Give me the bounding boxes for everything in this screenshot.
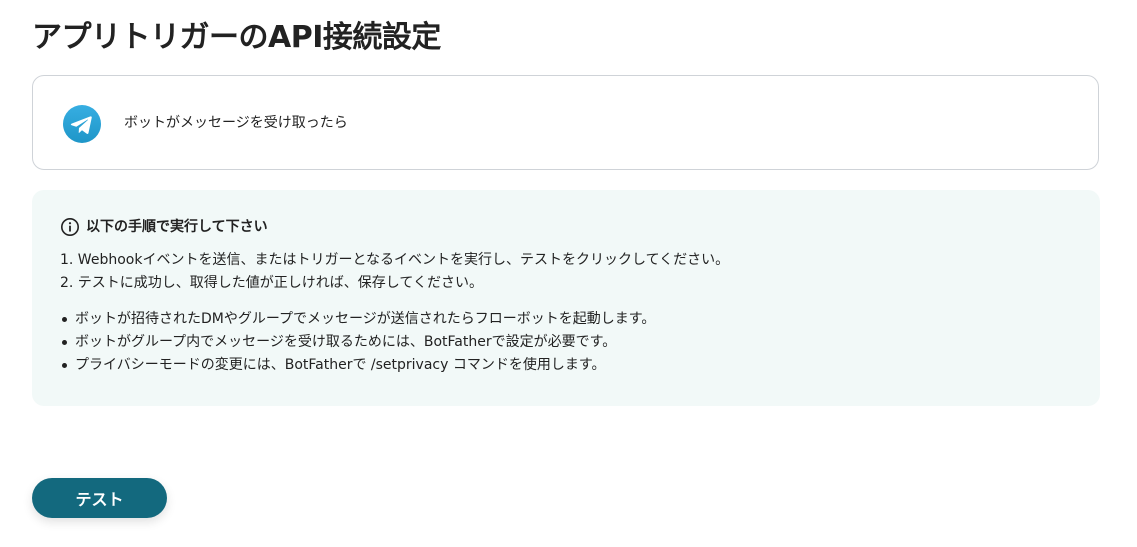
note-text: ボットがグループ内でメッセージを受け取るためには、BotFatherで設定が必要… <box>75 334 617 350</box>
info-heading-text: 以下の手順で実行して下さい <box>86 219 268 235</box>
bullet-icon <box>62 317 67 322</box>
bullet-icon <box>62 363 67 368</box>
page-title: アプリトリガーのAPI接続設定 <box>32 20 441 55</box>
note-item: ボットがグループ内でメッセージを受け取るためには、BotFatherで設定が必要… <box>60 331 655 354</box>
info-heading: 以下の手順で実行して下さい <box>60 217 268 237</box>
info-icon <box>61 218 79 236</box>
trigger-label: ボットがメッセージを受け取ったら <box>124 115 348 131</box>
note-text: プライバシーモードの変更には、BotFatherで /setprivacy コマ… <box>75 357 606 373</box>
notes-list: ボットが招待されたDMやグループでメッセージが送信されたらフローボットを起動しま… <box>60 308 655 377</box>
note-text: ボットが招待されたDMやグループでメッセージが送信されたらフローボットを起動しま… <box>75 311 656 327</box>
note-item: ボットが招待されたDMやグループでメッセージが送信されたらフローボットを起動しま… <box>60 308 655 331</box>
trigger-card: ボットがメッセージを受け取ったら <box>32 75 1099 170</box>
step-item: 2. テストに成功し、取得した値が正しければ、保存してください。 <box>60 275 483 291</box>
note-item: プライバシーモードの変更には、BotFatherで /setprivacy コマ… <box>60 354 655 377</box>
telegram-icon <box>63 105 101 143</box>
steps-list: 1. Webhookイベントを送信、またはトリガーとなるイベントを実行し、テスト… <box>60 249 729 295</box>
bullet-icon <box>62 340 67 345</box>
test-button[interactable]: テスト <box>32 478 167 518</box>
info-box: 以下の手順で実行して下さい 1. Webhookイベントを送信、またはトリガーと… <box>32 190 1100 406</box>
step-item: 1. Webhookイベントを送信、またはトリガーとなるイベントを実行し、テスト… <box>60 252 730 268</box>
